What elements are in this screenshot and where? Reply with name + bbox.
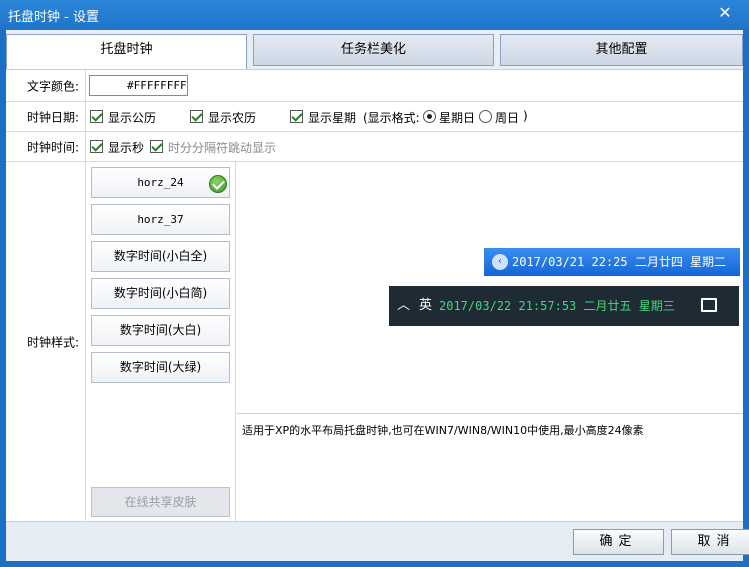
style-option-label: 数字时间(小白简) xyxy=(113,286,208,300)
show-lunar-checkbox[interactable] xyxy=(190,110,203,123)
clock-date-label: 时钟日期: xyxy=(26,110,79,124)
tab-tray-clock[interactable]: 托盘时钟 xyxy=(6,34,247,70)
style-option-small-white-simple[interactable]: 数字时间(小白简) xyxy=(91,278,230,309)
format-weekday-radio[interactable] xyxy=(423,110,436,123)
style-option-big-white[interactable]: 数字时间(大白) xyxy=(91,315,230,346)
format-weekday-label: 星期日 xyxy=(439,111,476,125)
format-zhouri-radio[interactable] xyxy=(479,110,492,123)
close-icon[interactable]: ✕ xyxy=(715,3,735,23)
text-color-label-cell: 文字颜色: xyxy=(6,70,86,101)
show-seconds-label: 显示秒 xyxy=(108,141,145,155)
style-option-label: horz_24 xyxy=(137,176,184,189)
text-color-input[interactable]: #FFFFFFFF xyxy=(89,75,188,96)
ime-indicator: 英 xyxy=(419,298,433,313)
show-weekday-checkbox[interactable] xyxy=(290,110,303,123)
style-option-big-green[interactable]: 数字时间(大绿) xyxy=(91,352,230,383)
tab-strip: 托盘时钟 任务栏美化 其他配置 xyxy=(6,34,743,70)
clock-style-label: 时钟样式: xyxy=(26,335,79,350)
preview-xp-datetime: 2017/03/21 22:25 二月廿四 星期二 xyxy=(512,255,727,269)
style-list: horz_24 horz_37 数字时间(小白全) 数字时间(小白简) 数字时间… xyxy=(86,162,236,522)
clock-style-row: 时钟样式: horz_24 horz_37 数字时间(小白全) 数字时间(小白简… xyxy=(6,162,743,528)
clock-date-label-cell: 时钟日期: xyxy=(6,102,86,131)
blink-separator-checkbox[interactable] xyxy=(150,140,163,153)
show-lunar-label: 显示农历 xyxy=(208,111,257,125)
format-zhouri-label: 周日 xyxy=(495,111,520,125)
style-preview: ‹ 2017/03/21 22:25 二月廿四 星期二 ︿ 英 2017/03/… xyxy=(237,162,743,414)
style-option-small-white-full[interactable]: 数字时间(小白全) xyxy=(91,241,230,272)
show-seconds-checkbox[interactable] xyxy=(90,140,103,153)
text-color-label: 文字颜色: xyxy=(26,79,79,93)
tab-other-config[interactable]: 其他配置 xyxy=(500,34,743,66)
show-gregorian-checkbox[interactable] xyxy=(90,110,103,123)
style-option-horz-24[interactable]: horz_24 xyxy=(91,167,230,198)
blink-separator-label: 时分分隔符跳动显示 xyxy=(168,141,277,155)
preview-taskbar-win10: ︿ 英 2017/03/22 21:57:53 二月廿五 星期三 xyxy=(389,286,739,326)
show-gregorian-label: 显示公历 xyxy=(108,111,157,125)
text-color-row: 文字颜色: #FFFFFFFF xyxy=(6,70,743,102)
clock-style-label-cell: 时钟样式: xyxy=(6,162,86,522)
button-bar: 确定 取消 xyxy=(6,521,749,561)
title-bar: 托盘时钟 - 设置 ✕ xyxy=(0,0,749,30)
style-description: 适用于XP的水平布局托盘时钟,也可在WIN7/WIN8/WIN10中使用,最小高… xyxy=(237,414,743,528)
clock-time-label-cell: 时钟时间: xyxy=(6,132,86,161)
cancel-button[interactable]: 取消 xyxy=(671,529,749,555)
window-title: 托盘时钟 - 设置 xyxy=(8,10,99,25)
style-option-label: 数字时间(大绿) xyxy=(119,360,202,374)
preview-win10-datetime: 2017/03/22 21:57:53 二月廿五 星期三 xyxy=(439,299,675,313)
format-prefix: (显示格式: xyxy=(363,111,420,125)
clock-time-row: 时钟时间: 显示秒 时分分隔符跳动显示 xyxy=(6,132,743,162)
expand-arrow-icon: ‹ xyxy=(492,254,508,270)
style-option-label: horz_37 xyxy=(137,213,184,226)
style-option-label: 数字时间(大白) xyxy=(119,323,202,337)
action-center-icon xyxy=(701,298,717,312)
clock-date-row: 时钟日期: 显示公历 显示农历 显示星期 (显示格式: 星期日 周日 ) xyxy=(6,102,743,132)
preview-taskbar-xp: ‹ 2017/03/21 22:25 二月廿四 星期二 xyxy=(484,248,740,276)
format-suffix: ) xyxy=(523,109,528,123)
clock-time-label: 时钟时间: xyxy=(26,140,79,154)
settings-panel: 文字颜色: #FFFFFFFF 时钟日期: 显示公历 显示农历 显示星期 (显示… xyxy=(6,69,743,528)
chevron-up-icon: ︿ xyxy=(397,298,411,313)
show-weekday-label: 显示星期 xyxy=(308,111,357,125)
style-option-label: 数字时间(小白全) xyxy=(113,249,208,263)
share-skin-button[interactable]: 在线共享皮肤 xyxy=(91,487,230,517)
ok-button[interactable]: 确定 xyxy=(573,529,664,555)
tab-taskbar-beautify[interactable]: 任务栏美化 xyxy=(253,34,494,66)
dialog-body: 托盘时钟 任务栏美化 其他配置 文字颜色: #FFFFFFFF 时钟日期: 显示… xyxy=(6,30,749,561)
style-option-horz-37[interactable]: horz_37 xyxy=(91,204,230,235)
selected-check-icon xyxy=(209,175,227,193)
